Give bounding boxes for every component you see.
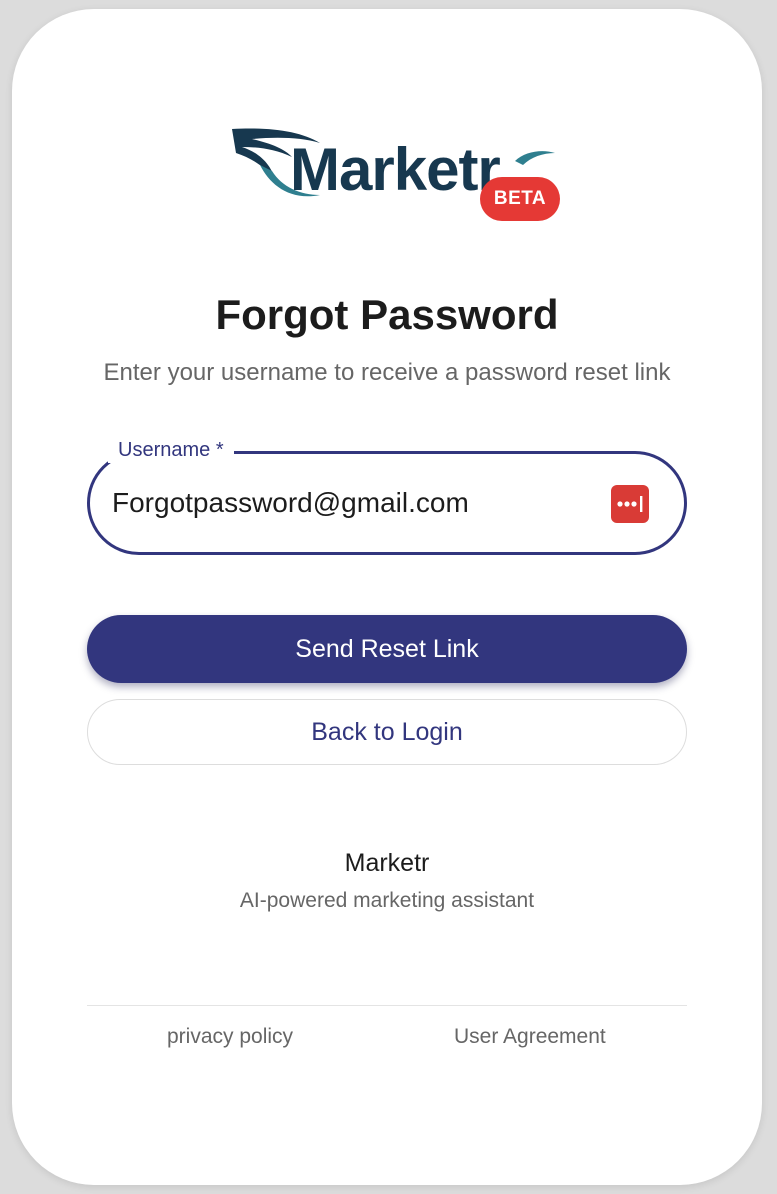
logo-wordmark: Marketr: [290, 136, 501, 203]
password-dots-icon[interactable]: [611, 485, 649, 523]
back-to-login-button[interactable]: Back to Login: [87, 699, 687, 765]
forgot-password-card: Marketr BETA Forgot Password Enter your …: [12, 9, 762, 1185]
swoosh-tail-icon: [515, 151, 555, 165]
marketr-logo: Marketr BETA: [230, 121, 570, 229]
username-field[interactable]: Username *: [87, 437, 687, 555]
privacy-policy-link[interactable]: privacy policy: [167, 1025, 293, 1049]
beta-badge: BETA: [480, 177, 560, 221]
brand-tagline: AI-powered marketing assistant: [239, 889, 535, 912]
username-input[interactable]: [112, 481, 582, 525]
send-reset-link-button[interactable]: Send Reset Link: [87, 615, 687, 683]
footer-divider: [87, 1005, 687, 1006]
page-subtitle: Enter your username to receive a passwor…: [103, 359, 671, 386]
page-title: Forgot Password: [215, 291, 559, 338]
brand-name: Marketr: [344, 849, 430, 877]
user-agreement-link[interactable]: User Agreement: [454, 1025, 606, 1049]
username-label: Username *: [108, 437, 234, 463]
